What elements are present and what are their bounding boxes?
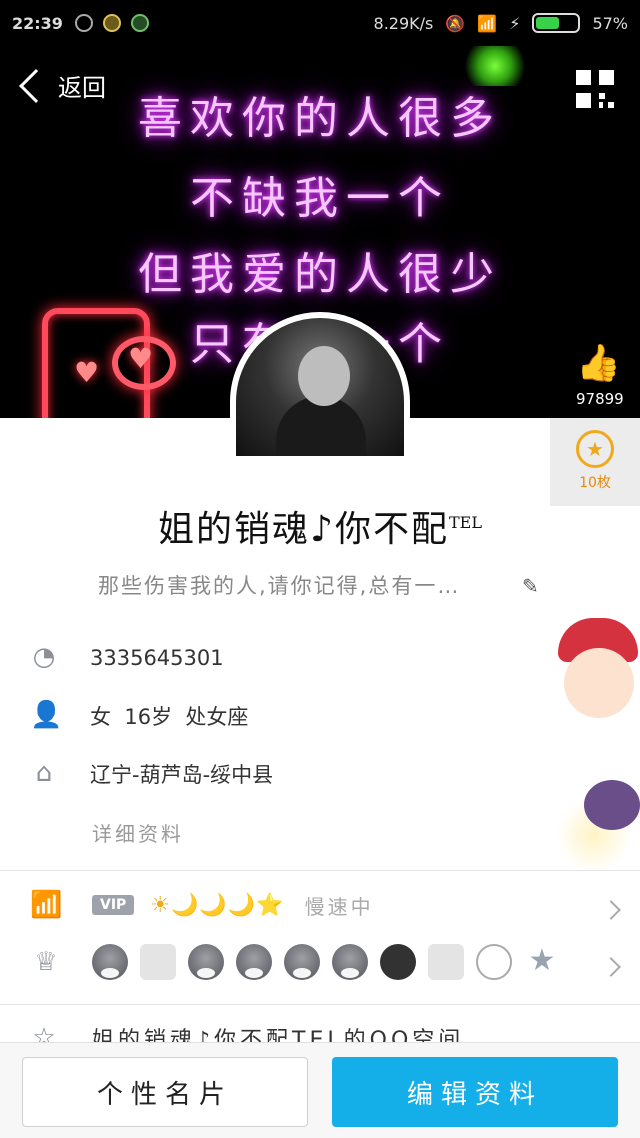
divider (0, 870, 640, 871)
net-speed: 8.29K/s (373, 13, 434, 33)
status-time: 22:39 (12, 13, 63, 33)
charging-icon: ⚡ (509, 13, 521, 33)
divider (0, 1004, 640, 1005)
chevron-right-icon[interactable] (601, 957, 621, 977)
heart-icon: ♥ (128, 342, 154, 375)
banner-line-2: 不缺我一个 (190, 173, 450, 224)
chevron-left-icon (19, 68, 53, 103)
nickname: 姐的销魂♪你不配 (158, 509, 449, 550)
avatar-face (298, 346, 350, 406)
star-badge-icon: ★ (524, 944, 560, 980)
level-row[interactable]: 📶 VIP ☀🌙🌙🌙⭐ 慢速中 (30, 890, 374, 920)
location-text: 辽宁-葫芦岛-绥中县 (90, 763, 274, 787)
back-label: 返回 (58, 74, 106, 102)
penguin-badge-icon (92, 944, 128, 980)
profile-card-button[interactable]: 个性名片 (22, 1057, 308, 1127)
crown-icon: ♕ (34, 947, 58, 977)
notification-icon (74, 14, 93, 32)
crown-penguin-badge-icon (380, 944, 416, 980)
badges-row[interactable]: ♕ ★ (30, 944, 572, 980)
penguin-badge-icon (236, 944, 272, 980)
chevron-right-icon[interactable] (601, 900, 621, 920)
qq-number-row: ◔ 3335645301 (30, 642, 224, 674)
speed-status: 慢速中 (304, 894, 374, 919)
coin-button[interactable]: ★ 10枚 (550, 418, 640, 506)
mute-icon: 🔕 (445, 13, 466, 33)
location-row: ⌂ 辽宁-葫芦岛-绥中县 (30, 758, 273, 790)
coin-count: 10枚 (579, 475, 611, 491)
basic-info-row: 👤 女 16岁 处女座 (30, 700, 248, 732)
diamond-badge-icon (140, 944, 176, 980)
like-count: 97899 (576, 390, 624, 408)
diamond-badge-icon (428, 944, 464, 980)
gender-age-sign: 女 16岁 处女座 (90, 705, 249, 729)
banner-line-3: 但我爱的人很少 (138, 249, 502, 300)
detail-info-link[interactable]: 详细资料 (92, 818, 184, 847)
profile-page: 22:39 8.29K/s 🔕 📶 ⚡ 57% 喜欢你的人很多 不缺我一个 但我… (0, 0, 640, 1138)
vip-badge: VIP (92, 895, 135, 915)
penguin-icon: ◔ (32, 642, 56, 672)
bottom-action-bar: 个性名片 编辑资料 (0, 1042, 640, 1138)
back-button[interactable]: 返回 (16, 68, 106, 103)
qr-code-icon[interactable] (576, 70, 614, 108)
home-icon: ⌂ (35, 758, 53, 788)
person-icon: 👤 (30, 700, 63, 730)
edit-profile-button[interactable]: 编辑资料 (332, 1057, 618, 1127)
level-chart-icon: 📶 (30, 890, 63, 920)
wechat-icon (130, 14, 149, 32)
cloud-vip-badge-icon (476, 944, 512, 980)
penguin-badge-icon (188, 944, 224, 980)
battery-icon (532, 13, 581, 33)
heart-icon: ♥ (74, 356, 100, 389)
level-icons: ☀🌙🌙🌙⭐ (150, 892, 285, 918)
green-neon-decoration (460, 46, 530, 86)
battery-percent: 57% (592, 13, 628, 33)
profile-name: 姐的销魂♪你不配TEL (0, 500, 640, 552)
like-button[interactable]: 👍 97899 (576, 343, 624, 409)
wifi-icon: 📶 (477, 13, 498, 33)
penguin-badge-icon (284, 944, 320, 980)
edit-pencil-icon[interactable]: ✎ (522, 574, 544, 598)
signature[interactable]: 那些伤害我的人,请你记得,总有一… (98, 570, 538, 600)
star-coin-icon: ★ (576, 430, 614, 468)
name-tag: TEL (449, 513, 482, 532)
qq-number: 3335645301 (90, 646, 224, 670)
app-notification-icon (102, 14, 121, 32)
penguin-badge-icon (332, 944, 368, 980)
anime-sticker-decoration (544, 590, 640, 870)
thumbs-up-icon: 👍 (576, 343, 621, 384)
status-bar: 22:39 8.29K/s 🔕 📶 ⚡ 57% (0, 0, 640, 46)
